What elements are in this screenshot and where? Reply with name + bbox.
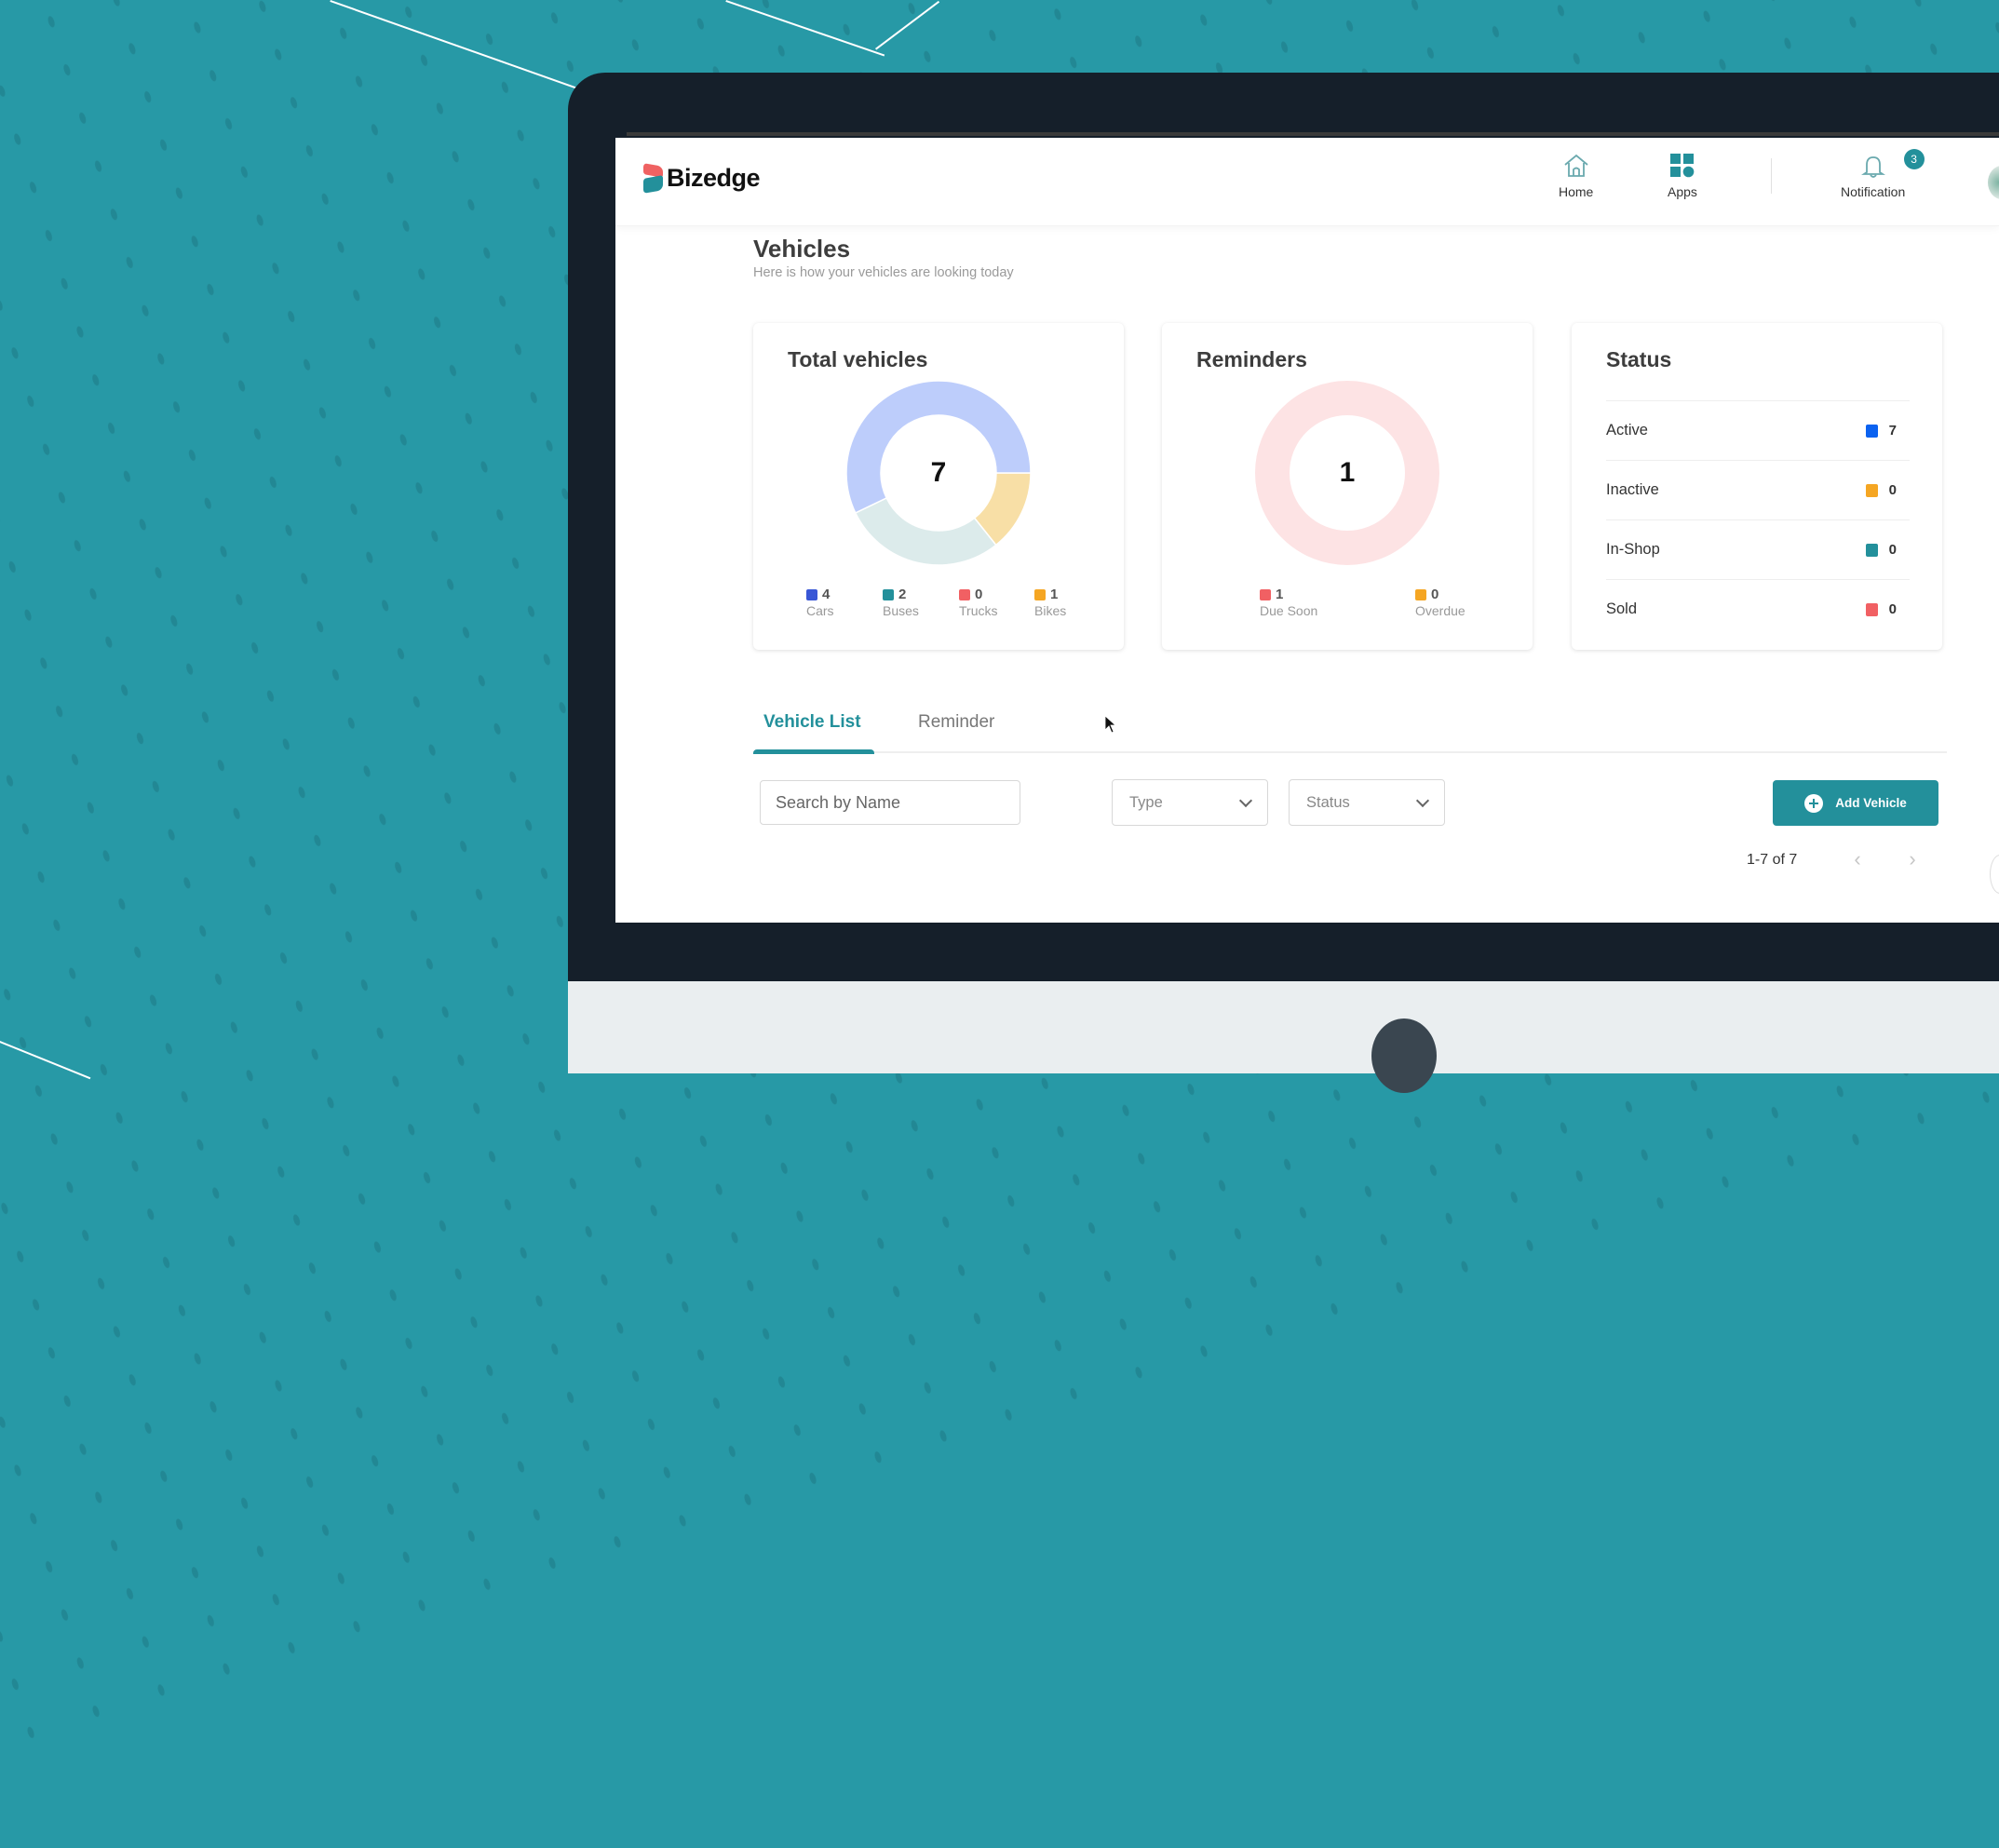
legend-item: 0 Overdue: [1415, 587, 1465, 618]
app-screen: Bizedge Home Apps 3 Notification Vehicle…: [615, 138, 1999, 923]
chevron-down-icon: [1415, 793, 1430, 808]
type-select-value: Type: [1129, 793, 1163, 811]
legend-item: 0 Trucks: [959, 587, 997, 618]
legend-label: Buses: [883, 603, 919, 618]
status-swatch: [1865, 543, 1878, 557]
pagination-range: 1-7 of 7: [1747, 852, 1798, 868]
legend-label: Trucks: [959, 603, 998, 618]
status-row-active: Active 7: [1606, 400, 1910, 460]
legend-value: 0: [975, 587, 983, 602]
nav-home-label: Home: [1559, 184, 1594, 199]
tab-reminder[interactable]: Reminder: [918, 712, 994, 733]
mouse-cursor-icon: [1104, 715, 1117, 734]
donut-slice-buses[interactable]: [854, 496, 997, 566]
tab-bar: Vehicle List Reminder: [753, 703, 1947, 754]
brand-logo[interactable]: Bizedge: [643, 162, 761, 194]
nav-notification-label: Notification: [1841, 184, 1906, 199]
status-swatch: [1865, 602, 1878, 616]
search-input[interactable]: [760, 780, 1020, 825]
status-row-in-shop: In-Shop 0: [1606, 519, 1910, 579]
legend-item: 1 Due Soon: [1260, 587, 1317, 618]
nav-divider: [1771, 158, 1772, 194]
total-vehicles-card: Total vehicles 7 4 Cars 2 Buses 0 Trucks…: [753, 323, 1124, 650]
legend-item: 4 Cars: [806, 587, 834, 618]
status-select-value: Status: [1306, 793, 1350, 811]
logo-icon: [643, 162, 664, 194]
total-vehicles-donut: 7: [845, 380, 1032, 566]
page-title: Vehicles: [753, 235, 851, 263]
status-swatch: [1865, 424, 1878, 438]
legend-swatch: [1260, 588, 1271, 600]
legend-swatch: [806, 588, 817, 600]
legend-value: 1: [1050, 587, 1059, 602]
reminders-donut: 1: [1255, 381, 1439, 565]
status-label: Sold: [1606, 600, 1638, 617]
monitor-button: [1371, 1018, 1437, 1093]
status-count: 0: [1888, 601, 1897, 617]
home-icon: [1564, 154, 1588, 177]
screen-edge: [627, 132, 1999, 136]
legend-value: 1: [1276, 587, 1284, 602]
status-count: 0: [1888, 482, 1897, 498]
nav-home[interactable]: Home: [1559, 153, 1593, 199]
legend-swatch: [883, 588, 894, 600]
chevron-left-icon[interactable]: ‹: [1848, 847, 1867, 870]
nav-apps[interactable]: Apps: [1668, 153, 1697, 199]
nav-notification[interactable]: 3 Notification: [1841, 149, 1925, 199]
legend-value: 0: [1431, 587, 1439, 602]
page-subtitle: Here is how your vehicles are looking to…: [753, 265, 1014, 280]
avatar[interactable]: [1988, 166, 1999, 199]
legend-swatch: [959, 588, 970, 600]
legend-value: 4: [822, 587, 831, 602]
brand-name: Bizedge: [667, 164, 761, 192]
bell-icon: [1860, 156, 1885, 178]
add-vehicle-button[interactable]: Add Vehicle: [1773, 780, 1938, 826]
status-count: 7: [1888, 423, 1897, 438]
card-title: Status: [1606, 347, 1672, 371]
app-header: Bizedge Home Apps 3 Notification: [615, 138, 1999, 226]
chevron-right-icon[interactable]: ›: [1903, 847, 1922, 870]
reminders-card: Reminders 1 1 Due Soon 0 Overdue: [1162, 323, 1533, 650]
status-label: In-Shop: [1606, 541, 1660, 558]
legend-label: Bikes: [1034, 603, 1067, 618]
apps-grid-icon: [1669, 154, 1695, 178]
status-row-sold: Sold 0: [1606, 579, 1910, 639]
legend-label: Overdue: [1415, 603, 1465, 618]
legend-label: Cars: [806, 603, 834, 618]
chevron-down-icon: [1238, 793, 1253, 808]
legend-item: 2 Buses: [883, 587, 919, 618]
status-count: 0: [1888, 542, 1897, 558]
active-tab-indicator: [753, 749, 874, 754]
plus-circle-icon: [1804, 793, 1824, 813]
legend-swatch: [1034, 588, 1046, 600]
legend-value: 2: [898, 587, 907, 602]
monitor-chin: [568, 981, 1999, 1073]
legend-swatch: [1415, 588, 1426, 600]
notification-badge: 3: [1903, 149, 1925, 169]
legend-label: Due Soon: [1260, 603, 1318, 618]
add-vehicle-label: Add Vehicle: [1835, 796, 1907, 810]
status-label: Inactive: [1606, 481, 1659, 498]
nav-apps-label: Apps: [1668, 184, 1697, 199]
status-row-inactive: Inactive 0: [1606, 460, 1910, 519]
donut-center-value: 7: [931, 457, 947, 488]
status-list: Active 7 Inactive 0 In-Shop 0 Sold 0: [1606, 400, 1910, 639]
status-select[interactable]: Status: [1289, 779, 1445, 826]
status-label: Active: [1606, 422, 1648, 438]
tab-vehicle-list[interactable]: Vehicle List: [763, 712, 861, 733]
status-swatch: [1865, 483, 1878, 497]
legend-item: 1 Bikes: [1034, 587, 1066, 618]
scroll-button[interactable]: [1990, 855, 1999, 894]
donut-center-value: 1: [1340, 457, 1356, 488]
status-card: Status Active 7 Inactive 0 In-Shop 0 Sol…: [1572, 323, 1942, 650]
type-select[interactable]: Type: [1112, 779, 1268, 826]
